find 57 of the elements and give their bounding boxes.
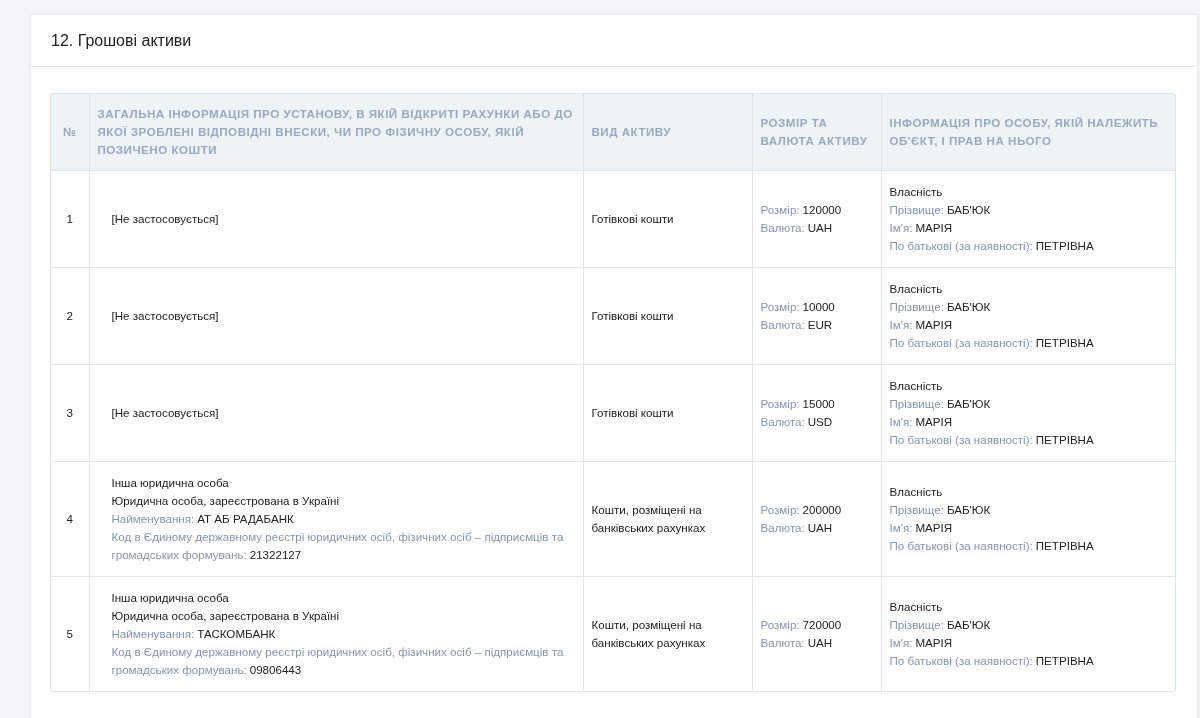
field-value: Власність [889, 600, 943, 613]
labeled-field: Розмір: 15000 [760, 395, 873, 413]
field-value: Юридична особа, зареєстрована в Україні [111, 494, 340, 507]
labeled-field: Ім'я: МАРІЯ [889, 413, 1169, 431]
labeled-field: Валюта: USD [760, 413, 873, 431]
asset-type: Кошти, розміщені на банківських рахунках [591, 503, 706, 534]
labeled-field: Ім'я: МАРІЯ [889, 316, 1169, 334]
labeled-field: Розмір: 720000 [760, 616, 873, 634]
field-value: [Не застосовується] [111, 309, 219, 322]
labeled-field: Прізвище: БАБ'ЮК [889, 395, 1169, 413]
column-header: ВИД АКТИВУ [583, 94, 752, 171]
asset-type: Готівкові кошти [591, 212, 674, 225]
labeled-field: Валюта: UAH [760, 219, 873, 237]
labeled-field: По батькові (за наявності): ПЕТРІВНА [889, 431, 1169, 449]
asset-type: Готівкові кошти [591, 309, 674, 322]
labeled-field: Валюта: EUR [760, 316, 873, 334]
labeled-field: Найменування: АТ АБ РАДАБАНК [111, 510, 575, 528]
labeled-field: Прізвище: БАБ'ЮК [889, 616, 1169, 634]
column-header: РОЗМІР ТА ВАЛЮТА АКТИВУ [752, 94, 881, 171]
labeled-field: Прізвище: БАБ'ЮК [889, 501, 1169, 519]
labeled-field: По батькові (за наявності): ПЕТРІВНА [889, 652, 1169, 670]
section-title: 12. Грошові активи [51, 31, 192, 50]
labeled-field: Ім'я: МАРІЯ [889, 519, 1169, 537]
row-number: 1 [51, 170, 89, 268]
labeled-field: Валюта: UAH [760, 634, 873, 652]
labeled-field: Прізвище: БАБ'ЮК [889, 298, 1169, 316]
labeled-field: Ім'я: МАРІЯ [889, 219, 1169, 237]
field-value: Інша юридична особа [111, 591, 229, 604]
labeled-field: По батькові (за наявності): ПЕТРІВНА [889, 334, 1169, 352]
field-value: [Не застосовується] [111, 406, 219, 419]
labeled-field: Розмір: 10000 [760, 298, 873, 316]
labeled-field: Розмір: 200000 [760, 501, 873, 519]
asset-type: Готівкові кошти [591, 406, 674, 419]
row-number: 5 [51, 576, 89, 691]
field-value: Власність [889, 379, 943, 392]
labeled-field: Розмір: 120000 [760, 201, 873, 219]
row-number: 2 [51, 267, 89, 365]
labeled-field: Код в Єдиному державному реєстрі юридичних осіб, фізичних осіб – підприємців та громадських формувань: 09806443 [111, 643, 575, 679]
labeled-field: По батькові (за наявності): ПЕТРІВНА [889, 537, 1169, 555]
row-number: 4 [51, 461, 89, 577]
column-header: № [51, 94, 89, 171]
field-value: Юридична особа, зареєстрована в Україні [111, 609, 340, 622]
labeled-field: По батькові (за наявності): ПЕТРІВНА [889, 237, 1169, 255]
field-value: Власність [889, 185, 943, 198]
field-value: [Не застосовується] [111, 212, 219, 225]
row-number: 3 [51, 364, 89, 462]
field-value: Власність [889, 282, 943, 295]
field-value: Власність [889, 485, 943, 498]
column-header: ІНФОРМАЦІЯ ПРО ОСОБУ, ЯКІЙ НАЛЕЖИТЬ ОБ'ЄКТ, І ПРАВ НА НЬОГО [881, 94, 1175, 171]
labeled-field: Прізвище: БАБ'ЮК [889, 201, 1169, 219]
asset-type: Кошти, розміщені на банківських рахунках [591, 618, 706, 649]
labeled-field: Найменування: ТАСКОМБАНК [111, 625, 575, 643]
column-header: ЗАГАЛЬНА ІНФОРМАЦІЯ ПРО УСТАНОВУ, В ЯКІЙ ВІДКРИТІ РАХУНКИ АБО ДО ЯКОЇ ЗРОБЛЕНІ ВІДПОВІДНІ ВНЕСКИ, ЧИ ПРО ФІЗИЧНУ ОСОБУ, ЯКІЙ ПОЗИЧЕНО КОШТИ [89, 94, 583, 171]
labeled-field: Ім'я: МАРІЯ [889, 634, 1169, 652]
labeled-field: Валюта: UAH [760, 519, 873, 537]
field-value: Інша юридична особа [111, 476, 229, 489]
labeled-field: Код в Єдиному державному реєстрі юридичних осіб, фізичних осіб – підприємців та громадських формувань: 21322127 [111, 528, 575, 564]
